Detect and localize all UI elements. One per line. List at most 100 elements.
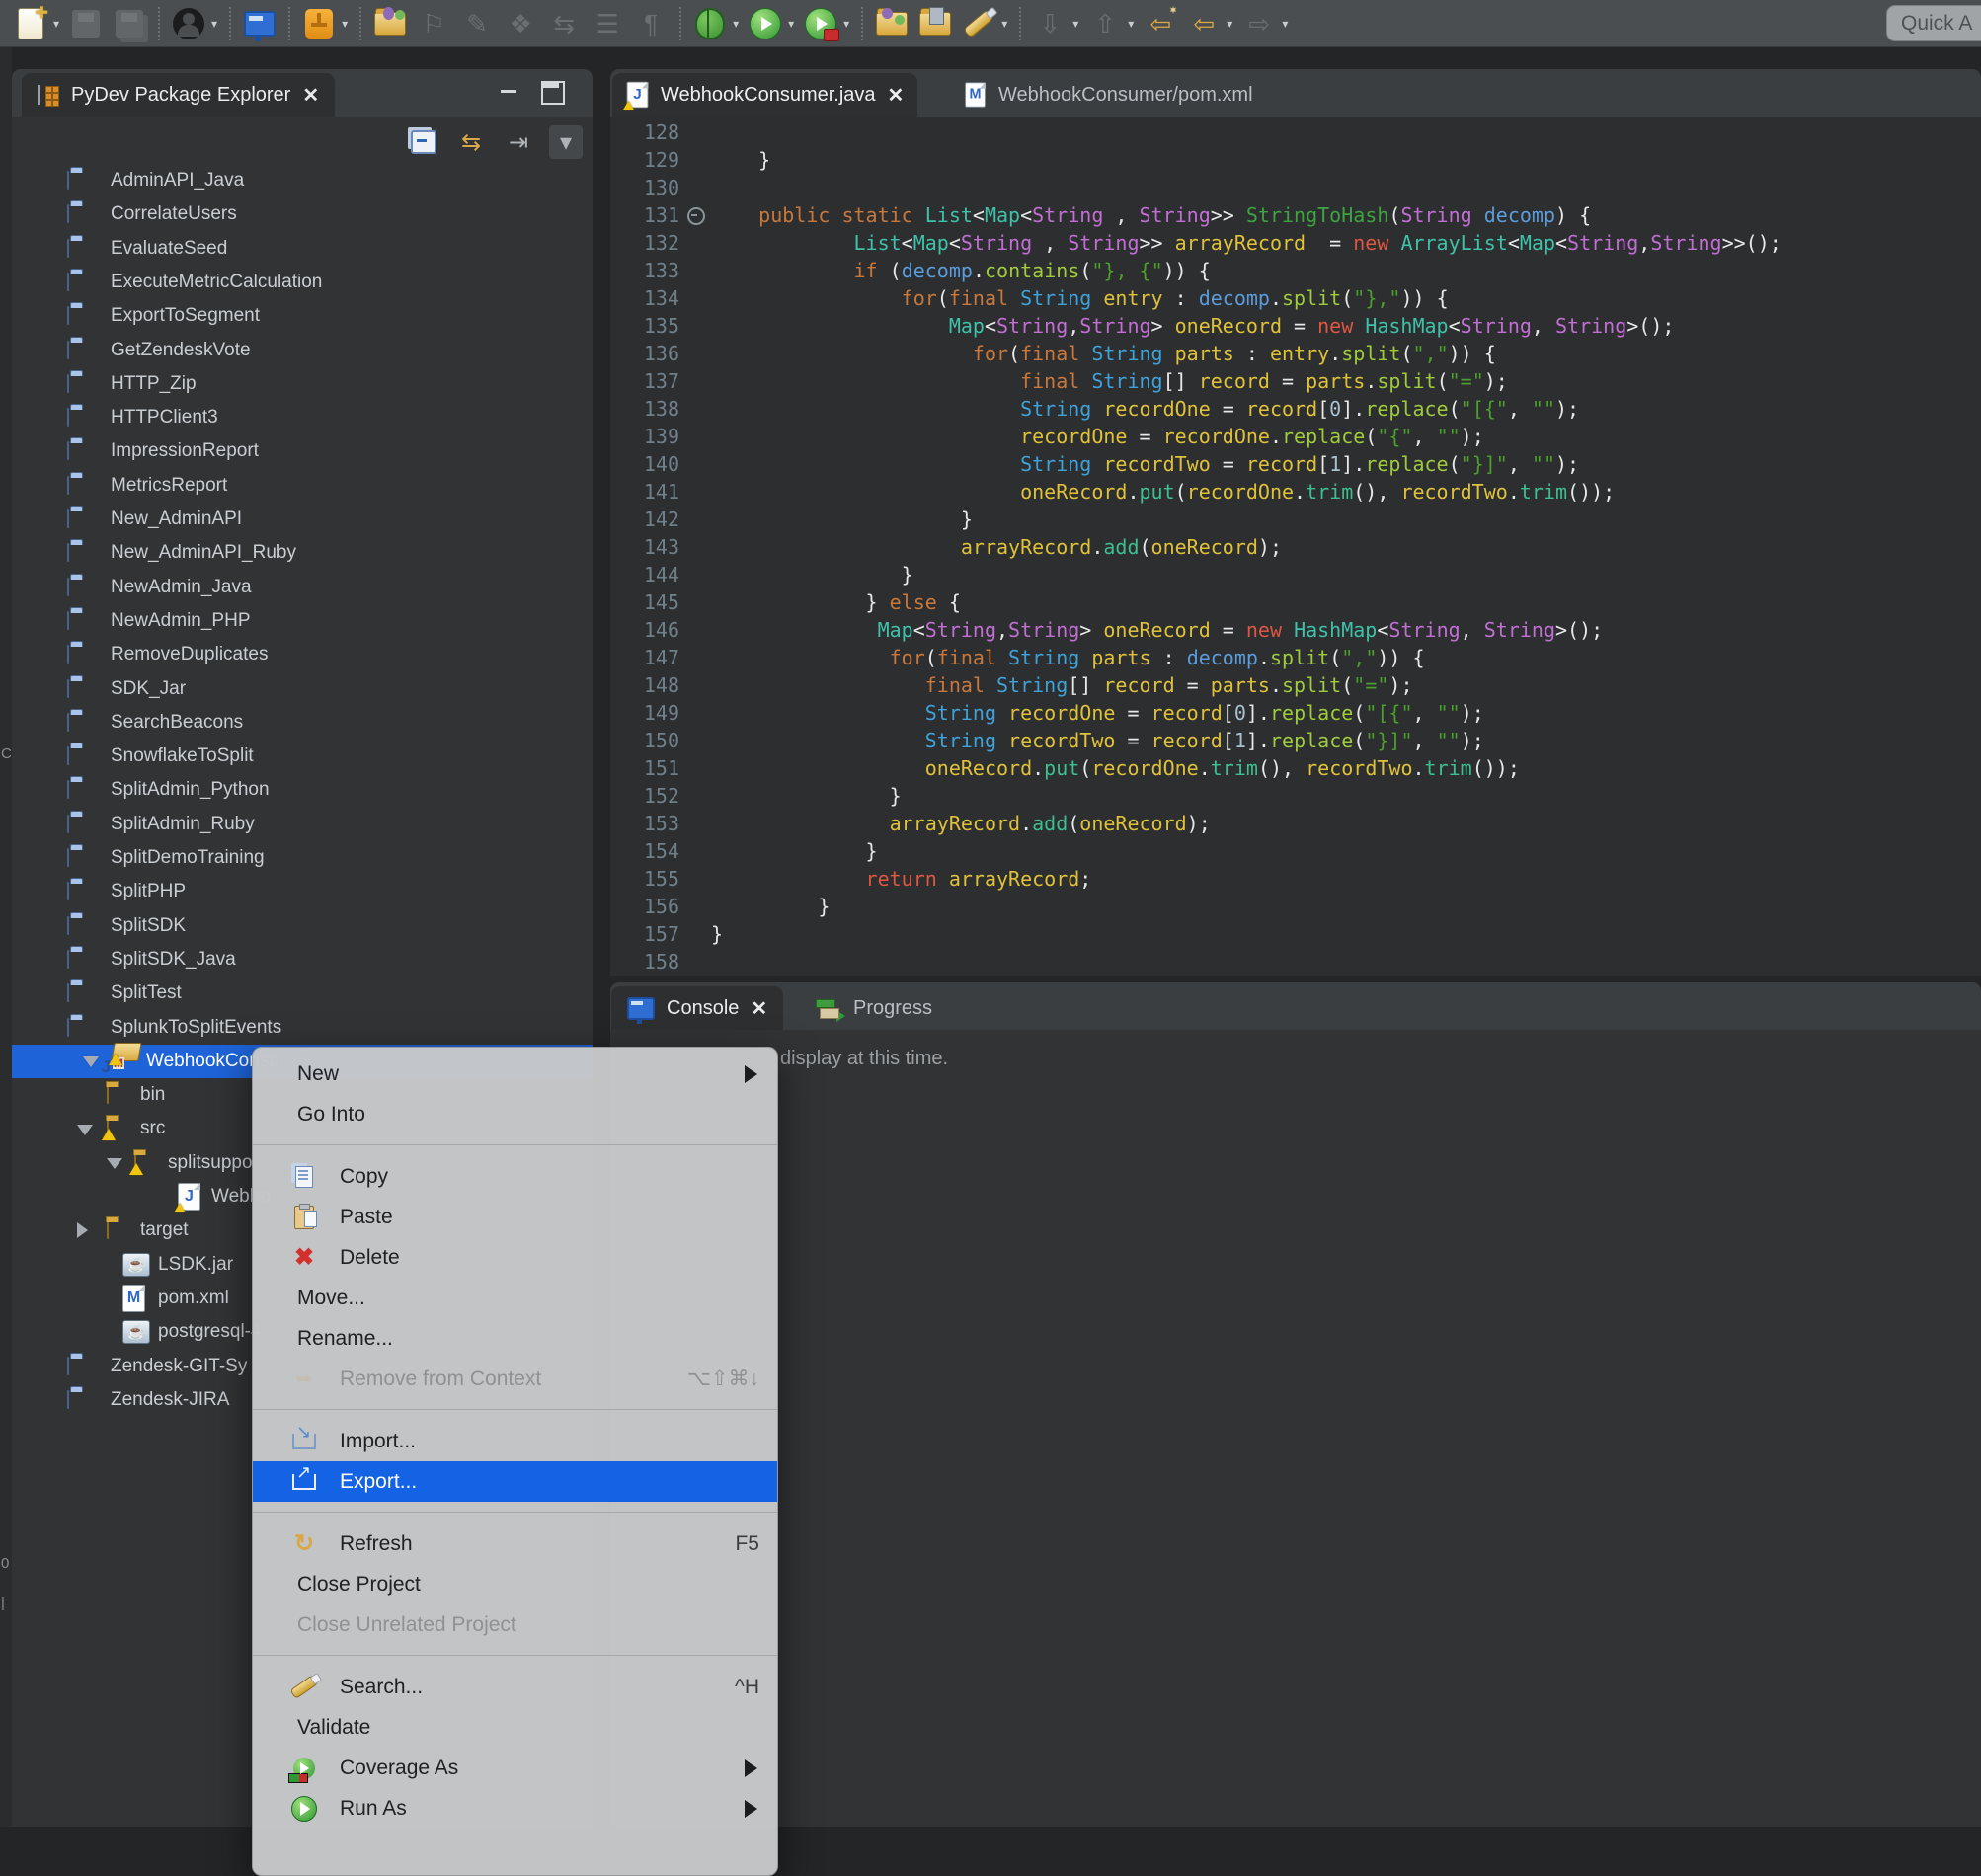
back-button-dropdown-icon[interactable]: ▾ (1227, 17, 1232, 31)
run-button-dropdown-icon[interactable]: ▾ (788, 17, 794, 31)
menu-item-validate[interactable]: Validate (253, 1707, 777, 1748)
focus-view-icon[interactable]: ⇥ (502, 125, 535, 159)
chevron-right-icon[interactable] (77, 1222, 88, 1238)
tree-item-sdk-jar[interactable]: SDK_Jar (12, 672, 593, 706)
menu-item-refresh[interactable]: ↻RefreshF5 (253, 1524, 777, 1564)
tree-item-adminapi-java[interactable]: AdminAPI_Java (12, 164, 593, 197)
open-folder-debug-button[interactable] (373, 6, 407, 41)
menu-item-import[interactable]: ↘Import... (253, 1421, 777, 1461)
tree-item-new-adminapi[interactable]: New_AdminAPI (12, 503, 593, 536)
open-folder-icon (107, 1086, 109, 1104)
menu-item-delete[interactable]: ✖Delete (253, 1237, 777, 1278)
menu-item-go-into[interactable]: Go Into (253, 1094, 777, 1134)
split-tool-button-dropdown-icon[interactable]: ▾ (342, 17, 348, 31)
open-task-button[interactable] (918, 6, 952, 41)
tree-item-executemetriccalculation[interactable]: ExecuteMetricCalculation (12, 266, 593, 299)
minimized-view-rail[interactable]: C0| (0, 47, 12, 1827)
new-wizard-button[interactable] (14, 6, 47, 41)
menu-item-new[interactable]: New (253, 1054, 777, 1094)
menu-separator (253, 1399, 777, 1421)
tree-item-splitsdk[interactable]: SplitSDK (12, 909, 593, 943)
tree-item-splitadmin-ruby[interactable]: SplitAdmin_Ruby (12, 808, 593, 841)
tree-item-http-zip[interactable]: HTTP_Zip (12, 367, 593, 401)
tree-item-exporttosegment[interactable]: ExportToSegment (12, 299, 593, 333)
console-icon (627, 997, 655, 1020)
view-menu-icon[interactable]: ▾ (549, 125, 583, 159)
close-console-icon[interactable]: ✕ (751, 996, 767, 1021)
chevron-down-icon[interactable] (77, 1125, 93, 1135)
tree-item-splitphp[interactable]: SplitPHP (12, 875, 593, 908)
tree-item-splitadmin-python[interactable]: SplitAdmin_Python (12, 773, 593, 807)
line-number: 130 (610, 176, 679, 199)
close-explorer-icon[interactable]: ✕ (302, 83, 319, 108)
closed-project-folder-icon (67, 544, 69, 562)
collapse-all-icon[interactable] (407, 125, 440, 159)
quick-access-box[interactable]: Quick A (1886, 5, 1981, 41)
tree-item-snowflaketosplit[interactable]: SnowflakeToSplit (12, 740, 593, 773)
menu-item-label: Paste (340, 1206, 393, 1229)
tree-item-searchbeacons[interactable]: SearchBeacons (12, 706, 593, 740)
tree-item-getzendeskvote[interactable]: GetZendeskVote (12, 334, 593, 367)
tab-pom-xml[interactable]: M WebhookConsumer/pom.xml (950, 73, 1267, 117)
close-editor-tab-icon[interactable]: ✕ (888, 83, 905, 108)
open-type-button[interactable] (875, 6, 909, 41)
menu-item-move[interactable]: Move... (253, 1278, 777, 1318)
next-annotation-button-dropdown-icon[interactable]: ▾ (1072, 17, 1078, 31)
menu-item-export[interactable]: ↗Export... (253, 1461, 777, 1502)
new-wizard-button-dropdown-icon[interactable]: ▾ (53, 17, 59, 31)
highlight-marker-button-dropdown-icon[interactable]: ▾ (1001, 17, 1007, 31)
tab-console[interactable]: Console ✕ (611, 986, 783, 1030)
tab-progress[interactable]: Progress (800, 986, 948, 1030)
tree-item-splitsdk-java[interactable]: SplitSDK_Java (12, 943, 593, 977)
debug-button-dropdown-icon[interactable]: ▾ (733, 17, 739, 31)
tree-item-splunktosplitevents[interactable]: SplunkToSplitEvents (12, 1011, 593, 1045)
prev-annotation-button-dropdown-icon[interactable]: ▾ (1128, 17, 1134, 31)
split-tool-button[interactable] (302, 6, 336, 41)
tree-item-evaluateseed[interactable]: EvaluateSeed (12, 232, 593, 266)
line-number: 134 (610, 286, 679, 310)
tree-item-new-adminapi-ruby[interactable]: New_AdminAPI_Ruby (12, 536, 593, 570)
forward-button-dropdown-icon[interactable]: ▾ (1282, 17, 1288, 31)
last-edit-location-button[interactable]: ⇦ (1144, 6, 1177, 41)
maximize-panel-icon[interactable] (541, 81, 565, 105)
run-button[interactable] (749, 6, 782, 41)
link-with-editor-icon[interactable]: ⇆ (454, 125, 488, 159)
tree-item-removeduplicates[interactable]: RemoveDuplicates (12, 638, 593, 671)
tree-item-label: HTTP_Zip (111, 373, 197, 395)
tree-item-metricsreport[interactable]: MetricsReport (12, 469, 593, 503)
toolbar-separator (158, 7, 160, 40)
tree-item-correlateusers[interactable]: CorrelateUsers (12, 197, 593, 231)
tree-item-splitdemotraining[interactable]: SplitDemoTraining (12, 841, 593, 875)
closed-project-folder-icon (67, 612, 69, 630)
back-button[interactable]: ⇦ (1187, 6, 1221, 41)
tree-item-newadmin-php[interactable]: NewAdmin_PHP (12, 604, 593, 638)
menu-item-rename[interactable]: Rename... (253, 1318, 777, 1359)
user-profile-button[interactable] (172, 6, 205, 41)
tree-item-newadmin-java[interactable]: NewAdmin_Java (12, 571, 593, 604)
console-panel: Console ✕ Progress display at this time. (610, 982, 1981, 1827)
menu-item-run-as[interactable]: Run As (253, 1788, 777, 1829)
profile-button-dropdown-icon[interactable]: ▾ (843, 17, 849, 31)
code-editor[interactable]: 128129 }130131 public static List<Map<St… (610, 118, 1981, 976)
chevron-down-icon[interactable] (83, 1056, 99, 1067)
closed-project-folder-icon (67, 274, 69, 291)
debug-button[interactable] (693, 6, 727, 41)
tab-webhookconsumer-java[interactable]: J WebhookConsumer.java ✕ (612, 73, 917, 117)
chevron-down-icon[interactable] (107, 1158, 122, 1169)
tab-pydev-package-explorer[interactable]: PyDev Package Explorer ✕ (22, 73, 335, 117)
user-profile-button-dropdown-icon[interactable]: ▾ (211, 17, 217, 31)
menu-item-coverage-as[interactable]: Coverage As (253, 1748, 777, 1788)
tree-item-httpclient3[interactable]: HTTPClient3 (12, 401, 593, 434)
code-text: String recordOne = record[0].replace("[{… (711, 397, 1579, 421)
tree-item-splittest[interactable]: SplitTest (12, 977, 593, 1010)
menu-item-copy[interactable]: Copy (253, 1156, 777, 1197)
menu-item-search[interactable]: Search...^H (253, 1667, 777, 1707)
menu-item-close-project[interactable]: Close Project (253, 1564, 777, 1604)
open-console-button[interactable] (243, 6, 277, 41)
code-line-133: 133 if (decomp.contains("}, {")) { (610, 257, 1981, 284)
profile-button[interactable] (804, 6, 837, 41)
tree-item-impressionreport[interactable]: ImpressionReport (12, 434, 593, 468)
minimize-panel-icon[interactable] (499, 81, 520, 101)
highlight-marker-button[interactable] (962, 6, 995, 41)
menu-item-paste[interactable]: Paste (253, 1197, 777, 1237)
